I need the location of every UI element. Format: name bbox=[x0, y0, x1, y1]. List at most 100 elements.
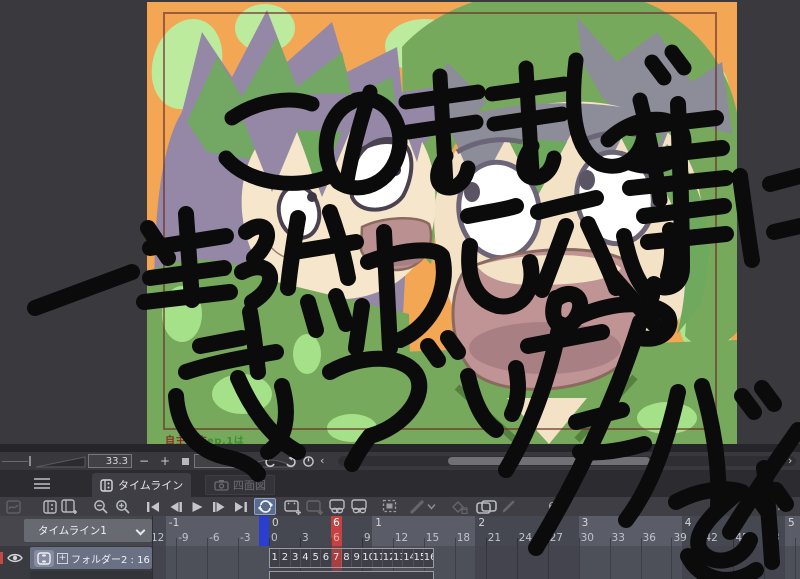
ruler-tick bbox=[609, 538, 611, 546]
scroll-right-icon[interactable]: › bbox=[788, 453, 792, 469]
frame-counter-display: 6 0 / 72 bbox=[548, 500, 790, 513]
ruler-frame-label: 45 bbox=[735, 532, 749, 544]
ruler-frame-label: 24 bbox=[518, 532, 533, 544]
cel-frame[interactable]: 7 bbox=[331, 549, 342, 567]
cel-thumbnail-icon bbox=[34, 549, 54, 567]
ruler-tick bbox=[454, 538, 456, 546]
cel-frame[interactable]: 12 bbox=[383, 549, 393, 567]
cel-strip-row2 bbox=[269, 571, 435, 579]
loop-playback-icon[interactable] bbox=[254, 498, 276, 515]
tab-quadview[interactable]: 四面図 bbox=[205, 475, 275, 495]
zoom-in-button[interactable]: + bbox=[160, 453, 170, 469]
layer-row-next[interactable] bbox=[30, 571, 152, 579]
ruler-frame-label: 18 bbox=[456, 532, 471, 544]
ruler-frame-label: 15 bbox=[425, 532, 440, 544]
playhead-marker[interactable]: 6 6 bbox=[330, 516, 342, 546]
ruler-second-label: 4 bbox=[684, 517, 692, 529]
expand-folder-icon[interactable]: + bbox=[57, 552, 68, 564]
track-second-band bbox=[165, 546, 269, 579]
track-gridline bbox=[795, 546, 797, 579]
play-icon[interactable] bbox=[188, 498, 206, 515]
cel-frame[interactable]: 6 bbox=[321, 549, 332, 567]
cel-frame[interactable]: 15 bbox=[414, 549, 424, 567]
selection-area-icon[interactable] bbox=[381, 498, 399, 515]
zoom-out-button[interactable]: − bbox=[139, 453, 149, 469]
skip-end-icon[interactable] bbox=[232, 498, 250, 515]
illustration bbox=[147, 2, 737, 444]
draw-tool-chevron-icon[interactable] bbox=[425, 498, 437, 515]
cel-frame[interactable]: 8 bbox=[342, 549, 352, 567]
camera-icon bbox=[214, 480, 229, 491]
layer-gutter bbox=[0, 546, 28, 579]
timeline-track-area: + フォルダー2 : 16 : セル 123456789101112131415… bbox=[0, 546, 800, 579]
rotate-left-icon[interactable] bbox=[264, 455, 277, 468]
cel-frame[interactable]: 16 bbox=[424, 549, 433, 567]
cel-frame[interactable]: 13 bbox=[393, 549, 404, 567]
ruler-second-label: 2 bbox=[478, 517, 486, 529]
zoom-slider-handle[interactable] bbox=[29, 456, 31, 466]
horizontal-scrollbar[interactable] bbox=[338, 456, 796, 466]
timeline-panel-icon bbox=[100, 478, 113, 492]
track-gridline bbox=[578, 546, 580, 579]
graph-editor-icon[interactable] bbox=[4, 498, 22, 515]
duplicate-timeline-icon[interactable] bbox=[60, 498, 78, 515]
scrollbar-thumb[interactable] bbox=[448, 457, 650, 465]
ruler-frame-label: 12 bbox=[394, 532, 409, 544]
ruler-frame-label: -6 bbox=[209, 532, 220, 544]
tab-timeline[interactable]: タイムライン bbox=[92, 473, 192, 497]
reset-rotation-icon[interactable] bbox=[302, 455, 315, 468]
new-cel-icon[interactable] bbox=[284, 498, 302, 515]
skip-start-icon[interactable] bbox=[144, 498, 162, 515]
credit-title: 自主制作 bbox=[165, 436, 207, 444]
eye-icon[interactable] bbox=[7, 552, 23, 564]
cel-frame[interactable]: 1 bbox=[270, 549, 281, 567]
cel-frame[interactable]: 11 bbox=[373, 549, 383, 567]
new-cel-folder-icon[interactable] bbox=[306, 498, 324, 515]
fit-screen-button[interactable] bbox=[182, 458, 189, 465]
artwork-canvas[interactable]: 自主制作ep.1は bbox=[147, 2, 737, 444]
panel-menu-icon[interactable] bbox=[34, 478, 50, 489]
next-frame-icon[interactable] bbox=[210, 498, 228, 515]
cel-frame[interactable]: 3 bbox=[291, 549, 301, 567]
timeline-ruler[interactable]: 6 6 -1012345-12-9-6-30391215182124273033… bbox=[152, 516, 800, 546]
timeline-select-value: タイムライン1 bbox=[38, 525, 107, 537]
collapse-controls-icon[interactable]: ‹ bbox=[320, 453, 324, 469]
cel-frame[interactable]: 2 bbox=[280, 549, 291, 567]
delete-cel-icon[interactable] bbox=[450, 498, 468, 515]
ruler-frame-label: 36 bbox=[642, 532, 656, 544]
zoom-slider-track[interactable] bbox=[2, 461, 28, 462]
onion-skin-icon[interactable] bbox=[474, 498, 498, 515]
track-gridline bbox=[764, 546, 766, 579]
canvas-viewport[interactable]: 自主制作ep.1は bbox=[0, 0, 800, 452]
ruler-tick bbox=[423, 538, 425, 546]
track-gridline bbox=[733, 546, 735, 579]
cel-frame[interactable]: 5 bbox=[311, 549, 322, 567]
ruler-tick bbox=[547, 538, 549, 546]
rotate-value-field[interactable]: 0.0 bbox=[194, 454, 238, 468]
zoom-in-timeline-icon[interactable] bbox=[114, 498, 132, 515]
canvas-credit-text: 自主制作ep.1は bbox=[165, 432, 244, 444]
timeline-select-dropdown[interactable]: タイムライン1 bbox=[24, 519, 152, 542]
cel-frame[interactable]: 9 bbox=[352, 549, 363, 567]
zoom-wedge-icon[interactable] bbox=[36, 455, 86, 468]
zoom-out-timeline-icon[interactable] bbox=[92, 498, 110, 515]
cel-frame[interactable]: 10 bbox=[362, 549, 373, 567]
ruler-tick bbox=[176, 538, 178, 546]
layer-row-folder2[interactable]: + フォルダー2 : 16 : セル bbox=[30, 547, 152, 569]
prev-frame-icon[interactable] bbox=[166, 498, 184, 515]
track-grid[interactable]: 12345678910111213141516 bbox=[152, 546, 800, 579]
zoom-value-field[interactable]: 33.3 bbox=[88, 454, 132, 468]
link-cel-icon[interactable] bbox=[328, 498, 346, 515]
layer-color-tag bbox=[0, 552, 3, 564]
ruler-tick bbox=[330, 538, 332, 546]
credit-episode: ep.1は bbox=[207, 436, 245, 444]
track-gridline bbox=[176, 546, 178, 579]
pencil-icon[interactable] bbox=[500, 498, 518, 515]
playback-start-marker[interactable] bbox=[258, 516, 269, 546]
layer-list-panel: + フォルダー2 : 16 : セル bbox=[28, 546, 152, 579]
new-timeline-icon[interactable] bbox=[41, 498, 59, 515]
rotate-right-icon[interactable] bbox=[284, 455, 297, 468]
cel-frame[interactable]: 4 bbox=[301, 549, 311, 567]
cel-frame[interactable]: 14 bbox=[403, 549, 414, 567]
unlink-cel-icon[interactable] bbox=[350, 498, 368, 515]
